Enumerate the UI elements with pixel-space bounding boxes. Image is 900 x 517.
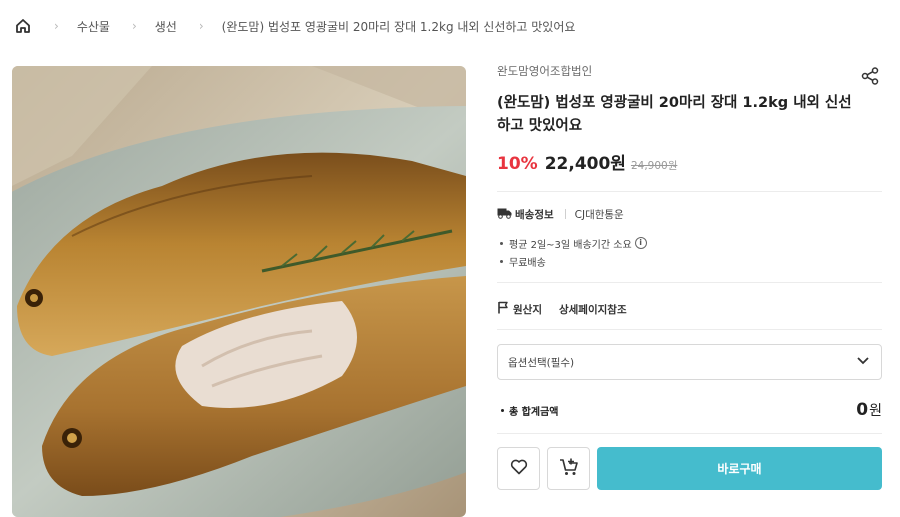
origin-info: 원산지 상세페이지참조 xyxy=(497,301,882,317)
divider xyxy=(497,433,882,434)
divider xyxy=(497,329,882,330)
flag-icon xyxy=(497,301,509,317)
divider xyxy=(564,209,566,219)
wishlist-button[interactable] xyxy=(497,447,540,490)
total-amount: 0원 xyxy=(856,400,882,420)
shipping-carrier: CJ대한통운 xyxy=(574,208,624,221)
chevron-right-icon: › xyxy=(198,19,204,33)
bullet-icon xyxy=(500,259,503,263)
chevron-right-icon: › xyxy=(54,19,59,33)
original-price: 24,900원 xyxy=(630,160,678,172)
chevron-down-icon xyxy=(856,356,870,368)
action-bar: 바로구매 xyxy=(497,447,882,490)
chevron-right-icon: › xyxy=(131,19,137,33)
total-amount-unit: 원 xyxy=(869,403,882,419)
origin-label: 원산지 xyxy=(513,303,542,316)
shipping-duration: 평균 2일~3일 배송기간 소요 xyxy=(509,239,632,251)
divider xyxy=(497,282,882,283)
total-amount-value: 0 xyxy=(856,400,869,420)
breadcrumb-item-current: (완도맘) 법성포 영광굴비 20마리 장대 1.2kg 내외 신선하고 맛있어… xyxy=(221,19,576,34)
total-label: 총 합계금액 xyxy=(497,403,558,418)
info-icon[interactable]: i xyxy=(634,237,647,249)
list-item: 무료배송 xyxy=(497,252,882,270)
option-select[interactable]: 옵션선택(필수) xyxy=(497,344,882,380)
total-label-text: 총 합계금액 xyxy=(509,406,559,418)
share-icon[interactable] xyxy=(860,66,880,86)
divider xyxy=(497,191,882,192)
breadcrumb-item-fish[interactable]: 생선 xyxy=(155,18,177,35)
total-row: 총 합계금액 0원 xyxy=(497,398,882,422)
home-icon[interactable] xyxy=(14,17,32,35)
product-title: (완도맘) 법성포 영광굴비 20마리 장대 1.2kg 내외 신선하고 맛있어… xyxy=(497,95,852,134)
shipping-label: 배송정보 xyxy=(515,208,554,221)
product-info: 완도맘영어조합법인 (완도맘) 법성포 영광굴비 20마리 장대 1.2kg 내… xyxy=(497,62,882,490)
list-item: 평균 2일~3일 배송기간 소요 i xyxy=(497,234,882,252)
breadcrumb-item-seafood[interactable]: 수산물 xyxy=(77,18,110,35)
heart-icon xyxy=(510,459,528,479)
shipping-info: 배송정보 CJ대한통운 xyxy=(497,206,882,222)
breadcrumb: › 수산물 › 생선 › (완도맘) 법성포 영광굴비 20마리 장대 1.2k… xyxy=(14,14,575,38)
price-row: 10% 22,400원 24,900원 xyxy=(497,149,882,174)
option-select-placeholder: 옵션선택(필수) xyxy=(508,356,575,369)
truck-icon xyxy=(497,207,512,222)
origin-value: 상세페이지참조 xyxy=(558,303,627,316)
add-to-cart-button[interactable] xyxy=(547,447,590,490)
product-image xyxy=(12,66,466,517)
sale-price: 22,400원 xyxy=(544,154,626,174)
free-shipping: 무료배송 xyxy=(509,257,546,269)
bullet-icon xyxy=(500,241,503,245)
seller-name[interactable]: 완도맘영어조합법인 xyxy=(497,62,882,80)
bullet-icon xyxy=(501,408,504,412)
cart-add-icon xyxy=(559,457,579,481)
shipping-notes: 평균 2일~3일 배송기간 소요 i 무료배송 xyxy=(497,234,882,270)
discount-rate: 10% xyxy=(497,154,538,174)
buy-now-button[interactable]: 바로구매 xyxy=(597,447,882,490)
